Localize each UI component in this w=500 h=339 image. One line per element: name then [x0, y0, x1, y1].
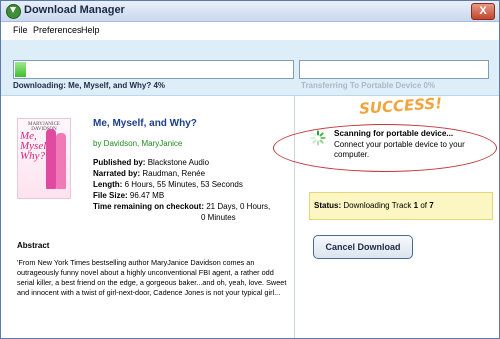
time-remaining: Time remaining on checkout: 21 Days, 0 H… [93, 202, 270, 211]
status-current-track: 1 [413, 201, 419, 210]
title-bar: Download Manager X [1, 1, 499, 22]
status-text: Status: Downloading Track 1 of 7 [314, 201, 434, 210]
download-manager-window: Download Manager X File Preferences Help… [0, 0, 500, 339]
panel-divider [294, 96, 295, 338]
scan-message: Connect your portable device to your com… [334, 140, 465, 159]
book-cover-image: MARYJANICE DAVIDSON Me, Myself, Why? [17, 118, 71, 199]
transfer-status-label: Transferring To Portable Device 0% [301, 81, 436, 90]
narrated-by: Narrated by: Raudman, Renée [93, 169, 205, 178]
transfer-progress-bar [299, 60, 489, 79]
cover-figure [46, 129, 56, 189]
success-annotation: SUCCESS! [358, 94, 443, 118]
length: Length: 6 Hours, 55 Minutes, 53 Seconds [93, 180, 243, 189]
download-progress-fill [15, 62, 26, 77]
book-author-link[interactable]: by Davidson, MaryJanice [93, 139, 182, 148]
file-size: File Size: 96.47 MB [93, 191, 164, 200]
time-remaining-value: 21 Days, 0 Hours, [206, 202, 271, 211]
menu-preferences[interactable]: Preferences [33, 25, 82, 35]
length-value: 6 Hours, 55 Minutes, 53 Seconds [124, 180, 243, 189]
menu-bar: File Preferences Help [1, 22, 499, 40]
time-remaining-label: Time remaining on checkout: [93, 202, 204, 211]
narrated-by-label: Narrated by: [93, 169, 141, 178]
published-by-label: Published by: [93, 158, 146, 167]
download-status-label: Downloading: Me, Myself, and Why? 4% [13, 81, 166, 90]
loading-spinner-icon [310, 130, 326, 146]
status-message: Downloading Track [343, 201, 412, 210]
published-by-value: Blackstone Audio [147, 158, 210, 167]
menu-file[interactable]: File [13, 25, 28, 35]
status-total-tracks: 7 [429, 201, 434, 210]
menu-help[interactable]: Help [81, 25, 100, 35]
status-box: Status: Downloading Track 1 of 7 [309, 192, 493, 220]
book-title: Me, Myself, and Why? [93, 118, 197, 129]
file-size-value: 96.47 MB [129, 191, 165, 200]
cancel-download-button[interactable]: Cancel Download [313, 235, 413, 259]
file-size-label: File Size: [93, 191, 128, 200]
status-of: of [420, 201, 427, 210]
time-remaining-value-line2: 0 Minutes [201, 213, 236, 222]
narrated-by-value: Raudman, Renée [142, 169, 206, 178]
status-label: Status: [314, 201, 342, 210]
app-icon [6, 4, 21, 19]
download-progress-bar [13, 60, 294, 79]
window-title: Download Manager [24, 4, 125, 16]
abstract-heading: Abstract [17, 241, 50, 250]
cover-figure [56, 133, 66, 189]
abstract-text: 'From New York Times bestselling author … [17, 258, 287, 297]
close-button[interactable]: X [471, 3, 495, 20]
scan-title: Scanning for portable device... [334, 129, 454, 138]
published-by: Published by: Blackstone Audio [93, 158, 209, 167]
length-label: Length: [93, 180, 123, 189]
